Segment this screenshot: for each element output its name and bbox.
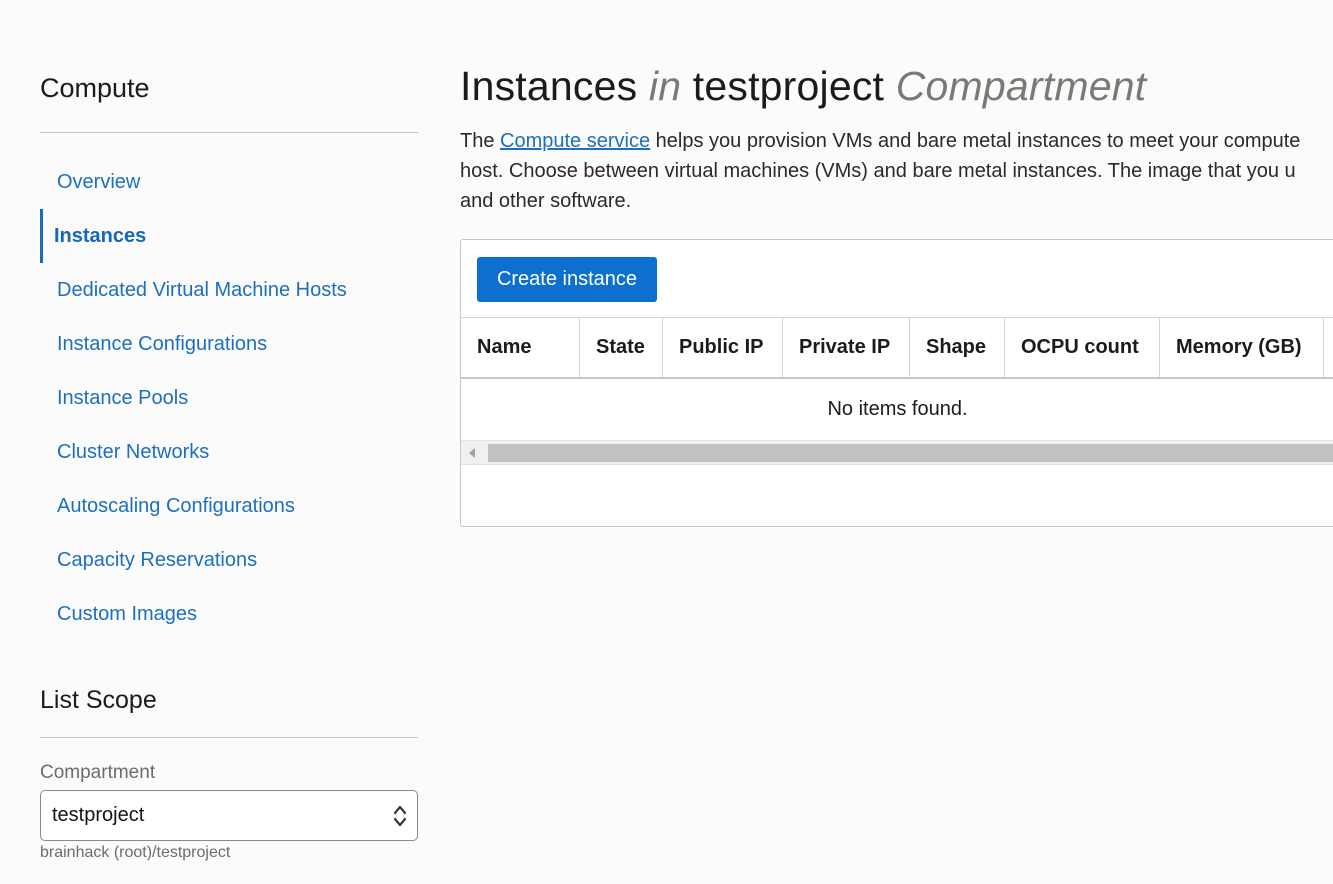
chevron-up-down-icon xyxy=(393,805,407,827)
sidebar-item-instance-configurations[interactable]: Instance Configurations xyxy=(40,317,418,371)
column-header-shape[interactable]: Shape xyxy=(910,318,1005,377)
column-header-name[interactable]: Name xyxy=(461,318,580,377)
sidebar-item-overview[interactable]: Overview xyxy=(40,155,418,209)
sidebar-nav: Overview Instances Dedicated Virtual Mac… xyxy=(40,155,418,641)
column-header-state[interactable]: State xyxy=(580,318,663,377)
compute-service-link[interactable]: Compute service xyxy=(500,130,650,152)
sidebar-item-cluster-networks[interactable]: Cluster Networks xyxy=(40,425,418,479)
list-scope-title: List Scope xyxy=(40,686,157,714)
empty-table-message: No items found. xyxy=(827,398,968,420)
sidebar-item-autoscaling-configurations[interactable]: Autoscaling Configurations xyxy=(40,479,418,533)
column-header-public-ip[interactable]: Public IP xyxy=(663,318,783,377)
create-instance-button[interactable]: Create instance xyxy=(477,257,657,302)
page-title-in: in xyxy=(648,63,682,109)
page-title: Instances in testproject Compartment xyxy=(460,63,1146,110)
sidebar-item-instances[interactable]: Instances xyxy=(40,209,418,263)
list-scope-divider xyxy=(40,737,418,738)
sidebar-divider xyxy=(40,132,418,133)
sidebar-item-dedicated-vm-hosts[interactable]: Dedicated Virtual Machine Hosts xyxy=(40,263,418,317)
compartment-label: Compartment xyxy=(40,762,156,783)
compartment-select-value: testproject xyxy=(52,804,145,826)
column-header-memory[interactable]: Memory (GB) xyxy=(1160,318,1324,377)
compartment-select[interactable]: testproject xyxy=(40,790,418,841)
horizontal-scrollbar[interactable] xyxy=(461,440,1333,465)
column-header-ocpu-count[interactable]: OCPU count xyxy=(1005,318,1160,377)
description-line3: and other software. xyxy=(460,190,632,212)
page-title-compartment-name: testproject xyxy=(692,63,885,109)
description-line2: host. Choose between virtual machines (V… xyxy=(460,160,1296,182)
sidebar-item-capacity-reservations[interactable]: Capacity Reservations xyxy=(40,533,418,587)
page-title-compartment-word: Compartment xyxy=(895,63,1147,109)
instances-panel: Create instance Name State Public IP Pri… xyxy=(460,239,1333,527)
main-content: Instances in testproject Compartment The… xyxy=(460,0,1333,884)
scrollbar-thumb[interactable] xyxy=(488,444,1333,462)
column-header-private-ip[interactable]: Private IP xyxy=(783,318,910,377)
scroll-left-icon[interactable] xyxy=(469,448,475,458)
page-title-resource: Instances xyxy=(460,63,638,109)
page-description: The Compute service helps you provision … xyxy=(460,126,1333,216)
sidebar-item-instance-pools[interactable]: Instance Pools xyxy=(40,371,418,425)
compartment-path: brainhack (root)/testproject xyxy=(40,844,231,861)
table-header: Name State Public IP Private IP Shape OC… xyxy=(461,317,1333,379)
description-prefix: The xyxy=(460,130,495,152)
description-line1: helps you provision VMs and bare metal i… xyxy=(655,130,1301,152)
sidebar-title: Compute xyxy=(40,73,150,103)
sidebar-item-custom-images[interactable]: Custom Images xyxy=(40,587,418,641)
